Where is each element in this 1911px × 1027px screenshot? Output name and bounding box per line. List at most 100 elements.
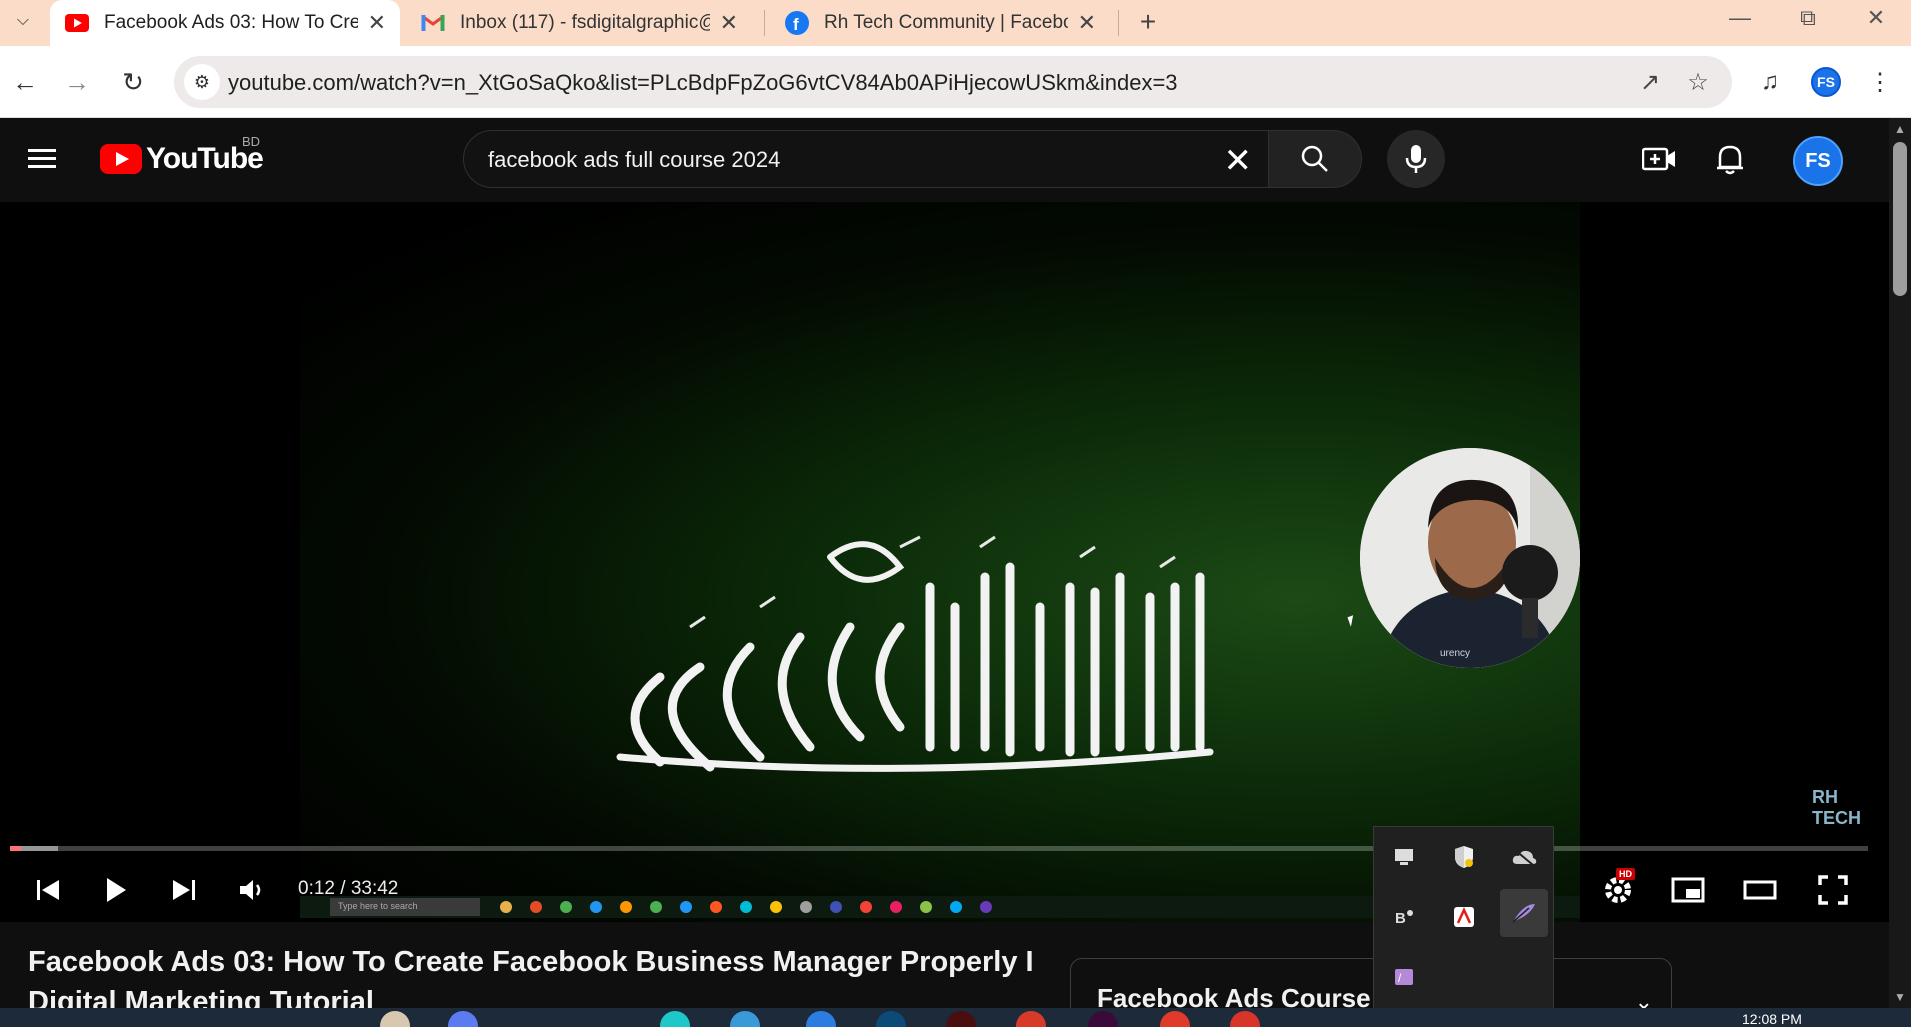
tab-separator: [764, 10, 765, 36]
bluetooth-app-icon[interactable]: B: [1380, 893, 1428, 941]
taskbar-app-icon[interactable]: [380, 1011, 410, 1027]
taskbar-app-icon[interactable]: [1016, 1011, 1046, 1027]
theater-mode-icon[interactable]: [1736, 866, 1784, 914]
recorded-search-box: Type here to search: [330, 898, 480, 916]
taskbar-app-icon[interactable]: [876, 1011, 906, 1027]
window-close-icon[interactable]: ✕: [1842, 0, 1910, 36]
recorded-app-icon: [770, 901, 782, 913]
volume-icon[interactable]: [228, 866, 276, 914]
channel-watermark: RH TECH: [1812, 787, 1861, 828]
forward-icon[interactable]: →: [58, 63, 96, 101]
play-icon[interactable]: [92, 866, 140, 914]
taskbar-app-icon[interactable]: [1160, 1011, 1190, 1027]
browser-menu-icon[interactable]: ⋮: [1860, 62, 1900, 102]
recorded-app-icon: [800, 901, 812, 913]
svg-text:urency: urency: [1440, 648, 1470, 659]
media-controls-icon[interactable]: ♫: [1750, 62, 1790, 102]
pen-feather-icon[interactable]: [1500, 889, 1548, 937]
recorded-app-icon: [530, 901, 542, 913]
scroll-down-icon[interactable]: ▼: [1894, 990, 1906, 1004]
tab-search-chevron-icon[interactable]: ⌵: [8, 6, 38, 36]
recorded-app-icon: [650, 901, 662, 913]
system-tray-overflow: B /: [1373, 826, 1554, 1016]
facebook-icon: f: [784, 10, 810, 36]
svg-text:B: B: [1395, 910, 1406, 927]
gmail-icon: [420, 10, 446, 36]
recorded-app-icon: [680, 901, 692, 913]
time-display: 0:12 / 33:42: [298, 878, 399, 899]
browser-tab-strip: ⌵ Facebook Ads 03: How To Creat ✕ Inbox …: [0, 0, 1911, 46]
onenote-icon[interactable]: /: [1380, 953, 1428, 1001]
recorded-app-icon: [590, 901, 602, 913]
recorded-app-icon: [950, 901, 962, 913]
recorded-app-icon: [860, 901, 872, 913]
hd-badge: HD: [1616, 868, 1635, 880]
recorded-app-icon: [890, 901, 902, 913]
tab-title: Facebook Ads 03: How To Creat: [104, 12, 358, 33]
search-icon: [1301, 145, 1328, 172]
miniplayer-icon[interactable]: [1664, 866, 1712, 914]
tab-close-icon[interactable]: ✕: [368, 10, 386, 36]
taskbar-app-icon[interactable]: [1088, 1011, 1118, 1027]
recorded-app-icon: [500, 901, 512, 913]
clear-search-icon[interactable]: ✕: [1224, 141, 1253, 181]
page-scrollbar[interactable]: ▲ ▼: [1889, 118, 1911, 1008]
calligraphy-graphic: [616, 535, 1214, 772]
tab-facebook[interactable]: f Rh Tech Community | Facebook ✕: [770, 0, 1110, 46]
taskbar-app-icon[interactable]: [806, 1011, 836, 1027]
taskbar-clock[interactable]: 12:08 PM: [1742, 1011, 1802, 1027]
youtube-header: YouTube BD facebook ads full course 2024…: [0, 118, 1889, 202]
progress-bar[interactable]: [10, 846, 1868, 851]
previous-video-icon[interactable]: [24, 866, 72, 914]
address-bar[interactable]: ⚙ youtube.com/watch?v=n_XtGoSaQko&list=P…: [174, 56, 1732, 108]
tab-close-icon[interactable]: ✕: [1078, 10, 1096, 36]
security-shield-icon[interactable]: [1440, 833, 1488, 881]
create-video-icon[interactable]: [1636, 136, 1682, 182]
screen: ⌵ Facebook Ads 03: How To Creat ✕ Inbox …: [0, 0, 1911, 1027]
video-player[interactable]: urency RH TECH Type here to search 0:12 …: [0, 202, 1889, 922]
search-input[interactable]: facebook ads full course 2024: [488, 147, 780, 173]
presenter-facecam: urency: [1360, 448, 1580, 668]
taskbar-app-icon[interactable]: [730, 1011, 760, 1027]
taskbar-app-icon[interactable]: [660, 1011, 690, 1027]
open-in-app-icon[interactable]: ↗: [1634, 66, 1666, 98]
tab-youtube[interactable]: Facebook Ads 03: How To Creat ✕: [50, 0, 400, 46]
next-video-icon[interactable]: [160, 866, 208, 914]
back-icon[interactable]: ←: [6, 63, 44, 101]
scroll-up-icon[interactable]: ▲: [1894, 122, 1906, 136]
voice-search-button[interactable]: [1387, 130, 1445, 188]
youtube-icon: [64, 10, 90, 36]
account-avatar[interactable]: FS: [1793, 136, 1843, 186]
youtube-logo[interactable]: YouTube BD: [100, 134, 264, 176]
new-tab-button[interactable]: +: [1130, 4, 1166, 40]
notifications-bell-icon[interactable]: [1707, 136, 1753, 182]
tab-title: Rh Tech Community | Facebook: [824, 12, 1068, 33]
tab-gmail[interactable]: Inbox (117) - fsdigitalgraphic@ ✕: [406, 0, 752, 46]
monitor-icon[interactable]: [1380, 833, 1428, 881]
settings-gear-icon[interactable]: HD: [1594, 866, 1642, 914]
taskbar-app-icon[interactable]: [946, 1011, 976, 1027]
recorded-app-icon: [740, 901, 752, 913]
tab-close-icon[interactable]: ✕: [720, 10, 738, 36]
tab-title: Inbox (117) - fsdigitalgraphic@: [460, 12, 710, 33]
recorded-app-icon: [620, 901, 632, 913]
profile-button[interactable]: FS: [1806, 62, 1846, 102]
fullscreen-icon[interactable]: [1809, 866, 1857, 914]
scroll-thumb[interactable]: [1893, 142, 1907, 296]
acrobat-icon[interactable]: [1440, 893, 1488, 941]
restore-icon[interactable]: ⧉: [1774, 0, 1842, 36]
taskbar-app-icon[interactable]: [1230, 1011, 1260, 1027]
menu-hamburger-icon[interactable]: [28, 144, 62, 174]
search-box[interactable]: facebook ads full course 2024 ✕: [463, 130, 1269, 188]
microphone-icon: [1405, 145, 1427, 173]
site-info-icon[interactable]: ⚙: [184, 64, 220, 100]
bookmark-star-icon[interactable]: ☆: [1682, 66, 1714, 98]
search-button[interactable]: [1268, 130, 1362, 188]
url-text[interactable]: youtube.com/watch?v=n_XtGoSaQko&list=PLc…: [228, 70, 1178, 96]
windows-taskbar: 12:08 PM: [0, 1008, 1911, 1027]
buffered-bar: [10, 846, 59, 851]
onedrive-offline-icon[interactable]: [1500, 833, 1548, 881]
minimize-icon[interactable]: —: [1706, 0, 1774, 36]
taskbar-app-icon[interactable]: [448, 1011, 478, 1027]
reload-icon[interactable]: ↻: [114, 63, 152, 101]
